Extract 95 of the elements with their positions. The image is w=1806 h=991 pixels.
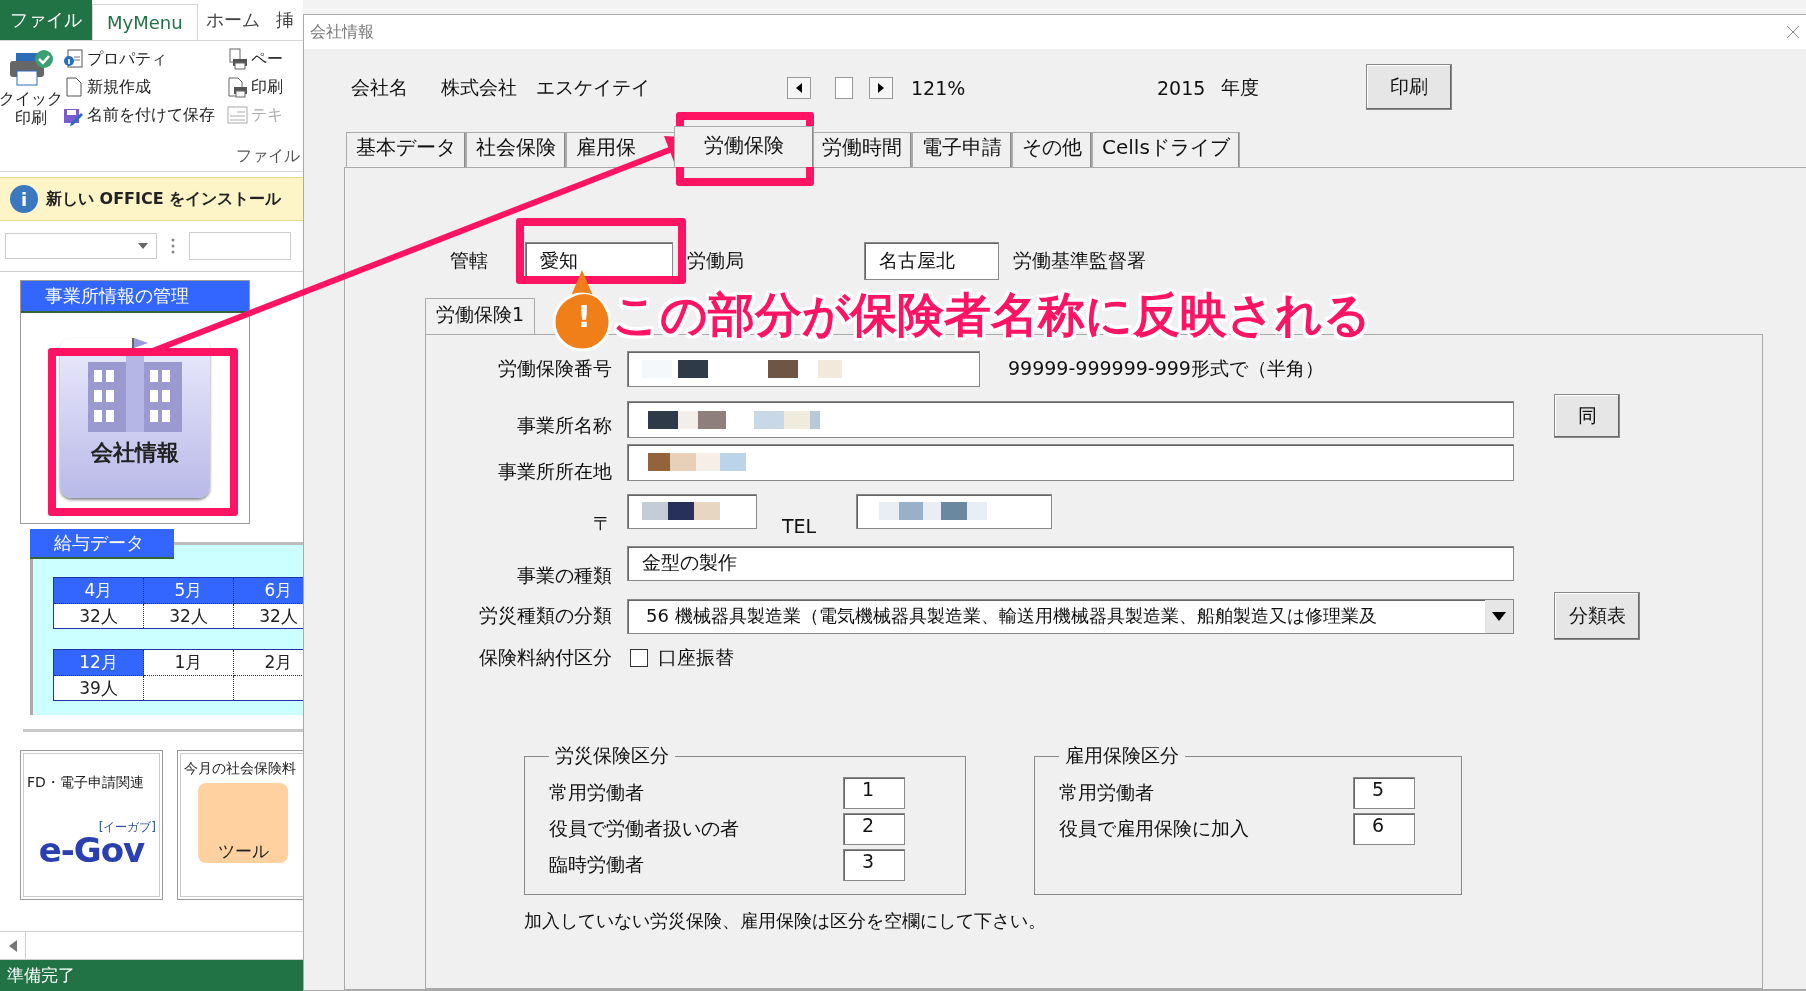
- input-field[interactable]: 6: [1353, 813, 1415, 845]
- checkbox-label: 口座振替: [658, 645, 734, 670]
- field-label: 〒: [592, 511, 613, 536]
- field-label: TEL: [782, 515, 817, 537]
- field-label: 事業の種類: [516, 563, 613, 588]
- horizontal-scrollbar[interactable]: [0, 931, 303, 960]
- dropdown-caret-icon: [138, 243, 148, 249]
- field-label: 労働保険番号: [497, 356, 613, 381]
- note-text: 加入していない労災保険、雇用保険は区分を空欄にして下さい。: [524, 909, 1047, 933]
- ribbon-command[interactable]: 新規作成: [62, 75, 226, 99]
- company-info-button[interactable]: 会社情報: [60, 338, 210, 498]
- table-cell: 39人: [54, 676, 144, 700]
- input-field[interactable]: 金型の製作: [627, 545, 1514, 581]
- month-header: 4月: [54, 578, 144, 604]
- field-label: 保険料納付区分: [478, 645, 613, 670]
- format-hint: 99999-999999-999形式で（半角）: [1008, 356, 1324, 381]
- input-field[interactable]: 1: [843, 777, 905, 809]
- zoom-percent: 121%: [911, 77, 967, 99]
- window-title: 会社情報: [310, 21, 374, 43]
- ribbon-tab[interactable]: ファイル: [0, 0, 92, 40]
- formula-field[interactable]: [189, 232, 291, 260]
- month-header: 12月: [54, 650, 144, 676]
- field-label: 役員で雇用保険に加入: [1059, 816, 1250, 841]
- input-field[interactable]: [627, 493, 757, 529]
- input-field[interactable]: 3: [843, 849, 905, 881]
- menu-card[interactable]: 今月の社会保険料 ツール: [177, 750, 303, 900]
- tab[interactable]: その他: [1012, 132, 1092, 167]
- egov-logo: [イーガブ] e-Gov: [37, 820, 156, 867]
- ribbon-tab[interactable]: ホーム: [197, 0, 268, 40]
- scroll-thumb[interactable]: [835, 77, 853, 99]
- callout-text: この部分が保険者名称に反映される: [612, 286, 1371, 344]
- ribbon-tab[interactable]: 挿: [267, 0, 302, 40]
- quick-print-button[interactable]: クイック印刷: [0, 41, 62, 171]
- field-label: 労災種類の分類: [478, 603, 613, 628]
- tab[interactable]: 労働保険: [674, 126, 814, 167]
- input-field[interactable]: 名古屋北: [864, 242, 999, 280]
- field-label: 事業所名称: [516, 413, 613, 438]
- tab[interactable]: 社会保険: [466, 132, 566, 167]
- print-button[interactable]: 印刷: [1366, 64, 1453, 110]
- ribbon-tab[interactable]: MyMenu: [92, 4, 198, 40]
- ribbon-command[interactable]: ペー: [225, 47, 303, 71]
- table-cell: 32人: [144, 604, 234, 628]
- info-message: 新しい OFFICE をインストール: [46, 188, 282, 210]
- field-label: 常用労働者: [1059, 780, 1155, 805]
- text-lines-icon: [225, 104, 248, 126]
- field-label: 事業所所在地: [497, 459, 613, 484]
- group-title: 労災保険区分: [554, 743, 670, 768]
- checkbox[interactable]: [630, 649, 648, 667]
- same-button[interactable]: 同: [1554, 394, 1620, 438]
- ribbon-command[interactable]: 印刷: [225, 75, 303, 99]
- menu-card[interactable]: FD・電子申請関連 [イーガブ] e-Gov: [20, 750, 163, 900]
- month-header: 6月: [234, 578, 303, 604]
- input-field[interactable]: 2: [843, 813, 905, 845]
- panel-title: 給与データ: [30, 529, 174, 559]
- field-label: 労働基準監督署: [1013, 248, 1146, 273]
- grip-icon: [171, 238, 175, 254]
- tab[interactable]: 労働時間: [812, 132, 912, 167]
- category-dropdown[interactable]: 56 機械器具製造業（電気機械器具製造業、輸送用機械器具製造業、船舶製造又は修理業及: [627, 598, 1514, 634]
- company-name: 株式会社 エスケイテイ: [441, 75, 651, 100]
- input-field[interactable]: [627, 351, 980, 387]
- input-field[interactable]: [627, 443, 1514, 481]
- classification-table-button[interactable]: 分類表: [1554, 592, 1640, 640]
- input-field[interactable]: [627, 401, 1514, 438]
- tab[interactable]: 基本データ: [346, 132, 466, 167]
- month-header: 1月: [144, 650, 234, 676]
- table-cell: 32人: [54, 604, 144, 628]
- panel-title: 事業所情報の管理: [21, 281, 249, 313]
- field-label: 年度: [1221, 75, 1261, 100]
- tab[interactable]: Cellsドライブ: [1092, 132, 1240, 167]
- year-value: 2015: [1157, 77, 1206, 99]
- ribbon-group-label: ファイル: [236, 146, 300, 167]
- ribbon-command[interactable]: プロパティ: [62, 47, 226, 71]
- close-icon[interactable]: [1786, 25, 1800, 39]
- month-header: 5月: [144, 578, 234, 604]
- printer-page-icon: [225, 76, 248, 98]
- printer-check-icon: [8, 49, 54, 89]
- tab[interactable]: 労働保険1: [425, 298, 536, 334]
- arrow-left-icon: [796, 83, 802, 93]
- group-title: 雇用保険区分: [1064, 743, 1180, 768]
- field-label: 臨時労働者: [549, 852, 645, 877]
- field-label: 常用労働者: [549, 780, 645, 805]
- field-label: 会社名: [351, 75, 409, 100]
- tool-logo: ツール: [198, 782, 288, 863]
- tab[interactable]: 電子申請: [912, 132, 1012, 167]
- field-label: 労働局: [687, 248, 744, 273]
- field-label: 管轄: [450, 248, 488, 273]
- input-field[interactable]: 5: [1353, 777, 1415, 809]
- info-document-icon: [62, 48, 84, 70]
- field-label: 役員で労働者扱いの者: [549, 816, 740, 841]
- ribbon-command[interactable]: 名前を付けて保存: [62, 103, 226, 127]
- info-icon: i: [10, 185, 38, 213]
- status-text: 準備完了: [0, 960, 303, 991]
- input-field[interactable]: [856, 493, 1053, 529]
- arrow-right-icon: [878, 83, 884, 93]
- scroll-left-icon: [8, 939, 17, 952]
